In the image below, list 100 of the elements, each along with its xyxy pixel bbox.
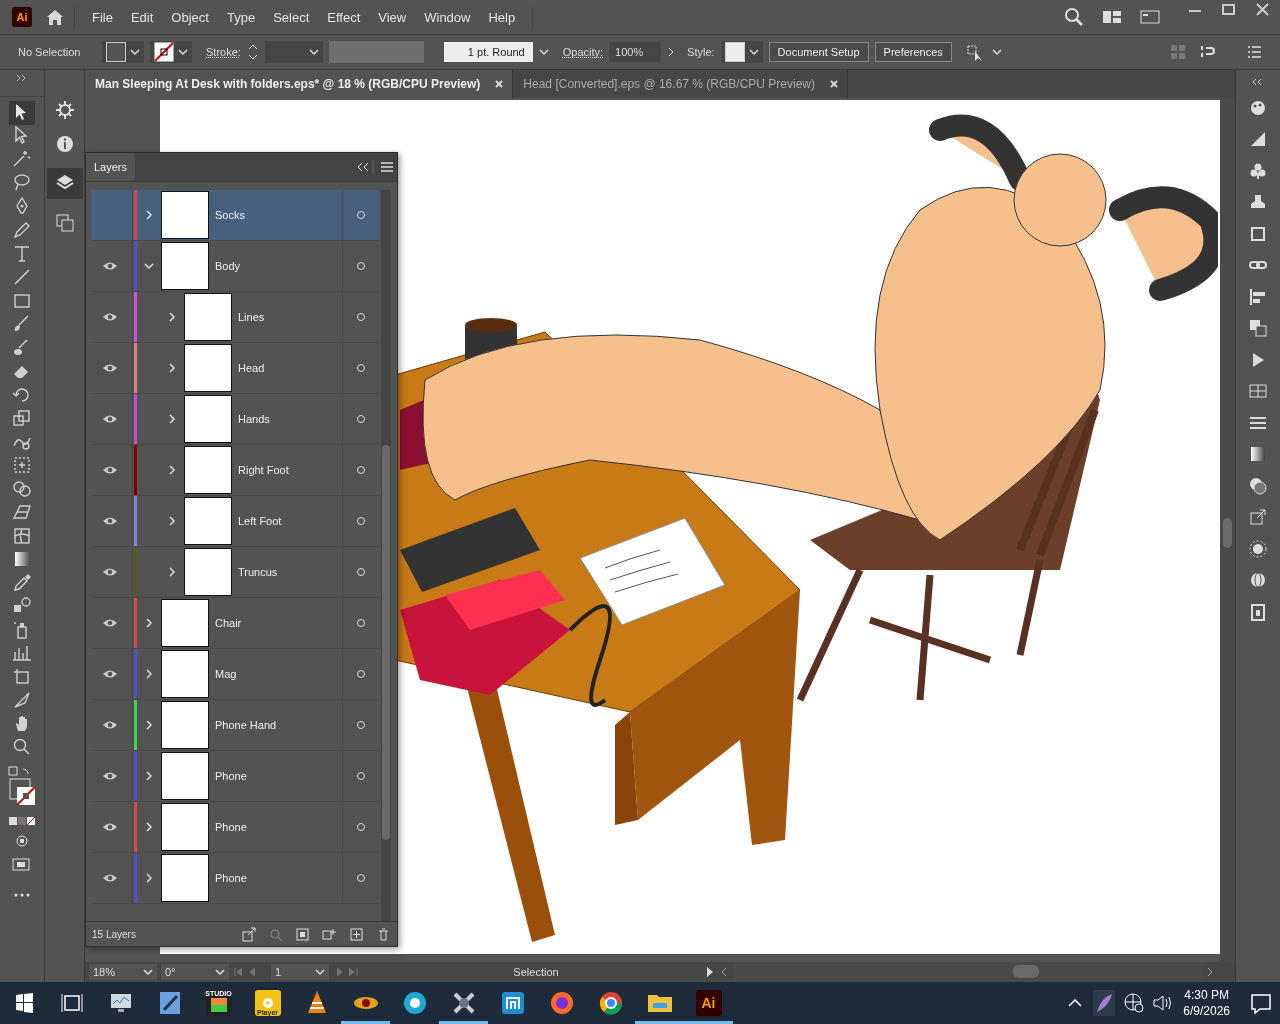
rotation-field[interactable]: 0° bbox=[161, 964, 229, 980]
target-circle-icon[interactable] bbox=[356, 720, 366, 730]
workspace-icon[interactable] bbox=[1102, 9, 1122, 25]
layer-row[interactable]: Chair bbox=[91, 598, 379, 649]
stroke-weight-field[interactable] bbox=[264, 41, 323, 63]
menu-item[interactable]: File bbox=[83, 9, 122, 25]
artboard-field[interactable]: 1 bbox=[271, 964, 329, 980]
taskbar-app[interactable]: Ai bbox=[684, 982, 733, 1024]
clipping-mask-icon[interactable] bbox=[295, 926, 310, 942]
caret-icon[interactable] bbox=[748, 48, 759, 56]
stroke-swatch[interactable] bbox=[154, 42, 174, 62]
layer-row[interactable]: Hands bbox=[91, 394, 379, 445]
scroll-left-icon[interactable] bbox=[719, 966, 729, 978]
search-icon[interactable] bbox=[1064, 7, 1084, 27]
toolbar-button[interactable]: Preferences bbox=[874, 42, 952, 62]
caret-icon[interactable] bbox=[308, 48, 319, 56]
target-circle-icon[interactable] bbox=[356, 618, 366, 628]
document-tab[interactable]: Man Sleeping At Desk with folders.eps* @ 18 % (RGB/CPU Preview) bbox=[85, 70, 514, 98]
gradient-square-icon[interactable] bbox=[1248, 444, 1268, 464]
caret-icon[interactable] bbox=[143, 968, 153, 976]
layer-row[interactable]: Body bbox=[91, 241, 379, 292]
caret-icon[interactable] bbox=[991, 48, 1002, 56]
collapse-icon[interactable] bbox=[357, 162, 371, 172]
new-sublayer-icon[interactable] bbox=[322, 926, 337, 942]
opacity-label[interactable]: Opacity: bbox=[562, 46, 604, 58]
new-layer-icon[interactable] bbox=[349, 926, 364, 942]
layer-row[interactable]: Truncus bbox=[91, 547, 379, 598]
target-circle-icon[interactable] bbox=[356, 465, 366, 475]
stepper-icon[interactable] bbox=[246, 42, 259, 62]
trash-icon[interactable] bbox=[376, 926, 391, 942]
caret-icon[interactable] bbox=[215, 968, 225, 976]
scrollbar-thumb[interactable] bbox=[382, 445, 390, 840]
color-mode-icon[interactable] bbox=[7, 815, 37, 827]
menu-item[interactable]: Object bbox=[162, 9, 218, 25]
scrollbar-thumb[interactable] bbox=[1013, 965, 1039, 978]
panel-icon[interactable] bbox=[1140, 9, 1160, 25]
layer-row[interactable]: Mag bbox=[91, 649, 379, 700]
layer-row[interactable]: Head bbox=[91, 343, 379, 394]
fill-swatch[interactable] bbox=[106, 42, 126, 62]
opacity-field[interactable]: 100% bbox=[609, 42, 662, 62]
list-icon[interactable] bbox=[1246, 44, 1262, 60]
style-swatch[interactable] bbox=[724, 42, 745, 62]
menu-item[interactable]: Window bbox=[415, 9, 480, 25]
tool-button[interactable] bbox=[9, 101, 35, 125]
layer-row[interactable]: Right Foot bbox=[91, 445, 379, 496]
feather-icon[interactable] bbox=[1093, 990, 1116, 1016]
target-circle-icon[interactable] bbox=[356, 363, 366, 373]
target-circle-icon[interactable] bbox=[356, 414, 366, 424]
target-circle-icon[interactable] bbox=[356, 210, 366, 220]
layer-row[interactable]: Phone bbox=[91, 751, 379, 802]
menu-item[interactable]: Type bbox=[217, 9, 265, 25]
close-icon[interactable] bbox=[494, 79, 505, 89]
caret-icon[interactable] bbox=[130, 48, 140, 56]
expand-icon[interactable] bbox=[1252, 78, 1264, 86]
network-icon[interactable] bbox=[1123, 992, 1146, 1014]
stroke-label[interactable]: Stroke: bbox=[206, 46, 241, 58]
clock-time[interactable]: 4:30 PM bbox=[1184, 987, 1229, 1003]
align-icon[interactable] bbox=[1248, 286, 1268, 307]
target-circle-icon[interactable] bbox=[356, 771, 366, 781]
scroll-right-icon[interactable] bbox=[1205, 966, 1215, 978]
collapse-icon[interactable] bbox=[16, 74, 28, 82]
sun-icon[interactable] bbox=[1248, 538, 1268, 559]
menu-item[interactable]: View bbox=[369, 9, 416, 25]
squares-icon[interactable] bbox=[1248, 318, 1268, 338]
brush-field[interactable]: 1 pt. Round bbox=[443, 42, 533, 62]
target-circle-icon[interactable] bbox=[356, 822, 366, 832]
target-circle-icon[interactable] bbox=[356, 873, 366, 883]
layer-row[interactable]: Phone Hand bbox=[91, 700, 379, 751]
scrollbar-thumb[interactable] bbox=[1223, 518, 1232, 548]
clock-date[interactable]: 6/9/2026 bbox=[1183, 1003, 1230, 1019]
globe-icon[interactable] bbox=[1248, 570, 1268, 590]
target-circle-icon[interactable] bbox=[356, 261, 366, 271]
export-icon[interactable] bbox=[241, 926, 256, 942]
export-icon[interactable] bbox=[1248, 507, 1268, 527]
clipboard-icon[interactable] bbox=[1248, 601, 1268, 622]
layer-row[interactable]: Socks bbox=[91, 190, 379, 241]
target-circle-icon[interactable] bbox=[356, 312, 366, 322]
toolbar-button[interactable]: Document Setup bbox=[768, 42, 869, 62]
menu-item[interactable]: Edit bbox=[121, 9, 163, 25]
caret-icon[interactable] bbox=[178, 48, 188, 56]
menu-item[interactable]: Help bbox=[479, 9, 525, 25]
target-circle-icon[interactable] bbox=[356, 669, 366, 679]
caret-icon[interactable] bbox=[538, 48, 549, 56]
info-icon[interactable] bbox=[54, 134, 75, 154]
layer-row[interactable]: Phone bbox=[91, 802, 379, 853]
caret-icon[interactable] bbox=[315, 968, 325, 976]
zoom-field[interactable]: 18% bbox=[89, 964, 157, 980]
table-icon[interactable] bbox=[1248, 381, 1268, 401]
gear-icon[interactable] bbox=[54, 100, 75, 120]
layer-row[interactable]: Phone bbox=[91, 853, 379, 904]
speaker-icon[interactable] bbox=[1151, 992, 1174, 1014]
layer-row[interactable]: Lines bbox=[91, 292, 379, 343]
panel-tab[interactable]: Layers bbox=[86, 153, 136, 181]
artboards-icon[interactable] bbox=[54, 213, 75, 233]
menu-item[interactable]: Effect bbox=[318, 9, 370, 25]
play-icon[interactable] bbox=[705, 966, 715, 978]
circles-icon[interactable] bbox=[1248, 475, 1268, 496]
layers-icon[interactable] bbox=[54, 172, 75, 192]
target-circle-icon[interactable] bbox=[356, 567, 366, 577]
menu-item[interactable]: Select bbox=[264, 9, 319, 25]
